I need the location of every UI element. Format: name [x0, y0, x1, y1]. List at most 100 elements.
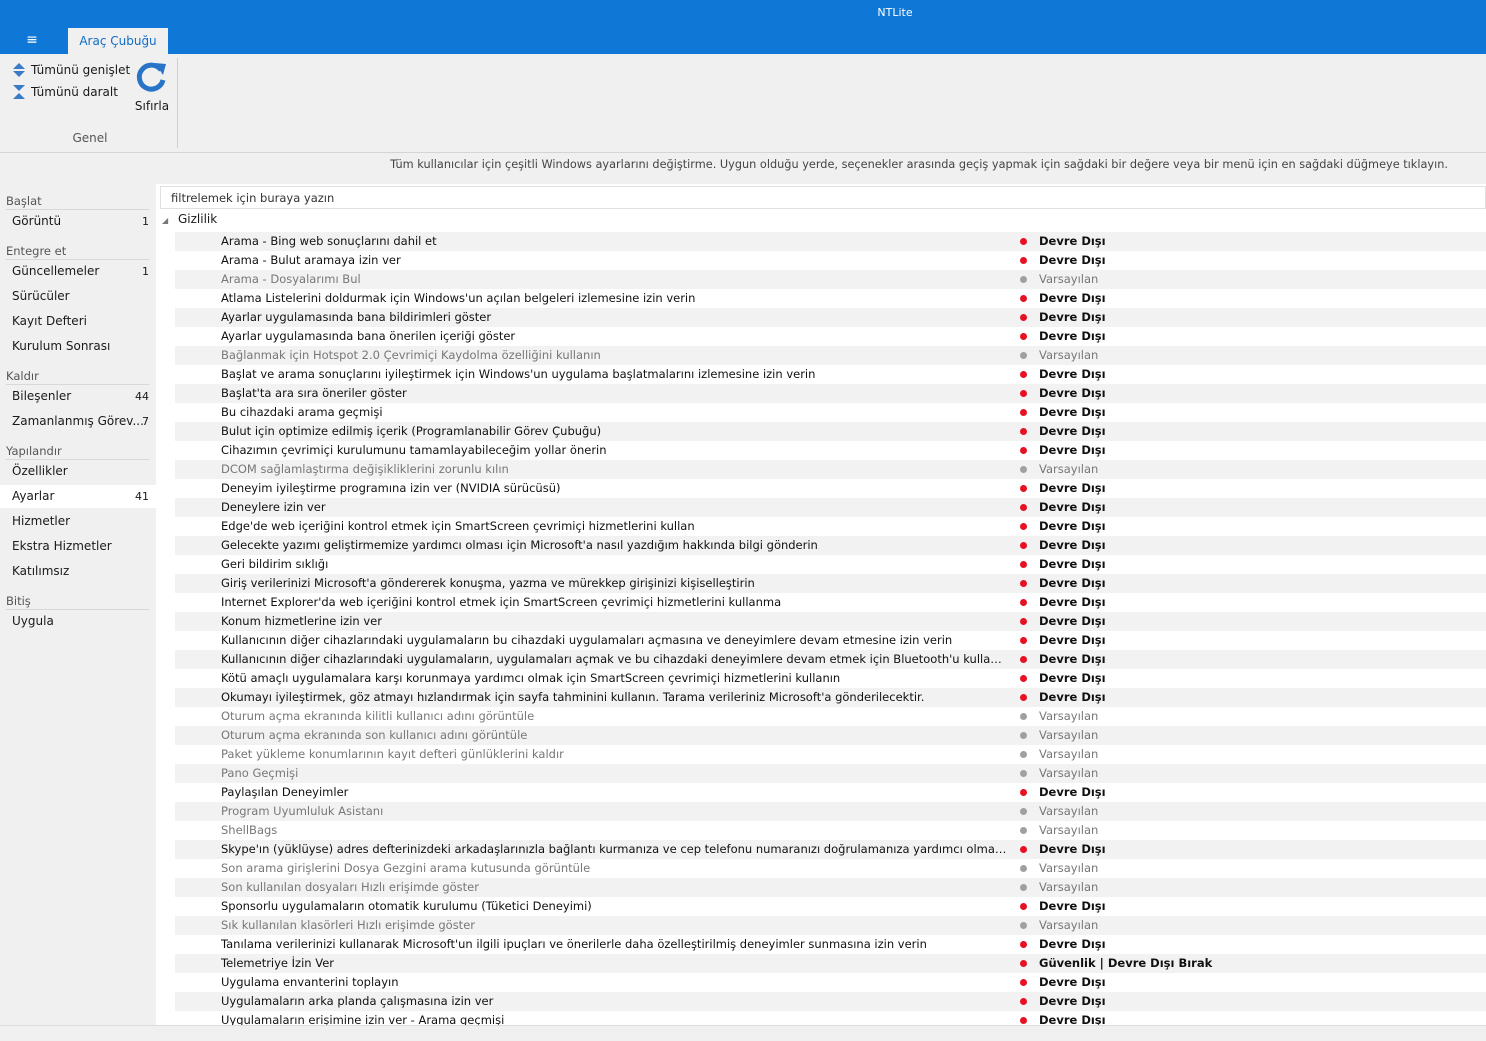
- setting-row[interactable]: Tanılama verilerinizi kullanarak Microso…: [175, 935, 1486, 954]
- setting-row[interactable]: Internet Explorer'da web içeriğini kontr…: [175, 593, 1486, 612]
- setting-row[interactable]: Skype'ın (yüklüyse) adres defterinizdeki…: [175, 840, 1486, 859]
- setting-row[interactable]: Pano Geçmişi Varsayılan: [175, 764, 1486, 783]
- setting-value[interactable]: Devre Dışı: [1039, 555, 1106, 574]
- setting-row[interactable]: Ayarlar uygulamasında bana bildirimleri …: [175, 308, 1486, 327]
- setting-value[interactable]: Devre Dışı: [1039, 973, 1106, 992]
- setting-value[interactable]: Devre Dışı: [1039, 840, 1106, 859]
- setting-row[interactable]: Telemetriye İzin Ver Güvenlik | Devre Dış…: [175, 954, 1486, 973]
- setting-row[interactable]: Edge'de web içeriğini kontrol etmek için…: [175, 517, 1486, 536]
- sidebar-item[interactable]: Sürücüler: [0, 285, 156, 308]
- sidebar-item[interactable]: Ekstra Hizmetler: [0, 535, 156, 558]
- setting-row[interactable]: Gelecekte yazımı geliştirmemize yardımcı…: [175, 536, 1486, 555]
- sidebar-item[interactable]: Bileşenler 44: [0, 385, 156, 408]
- setting-value[interactable]: Varsayılan: [1039, 859, 1098, 878]
- sidebar-item[interactable]: Katılımsız: [0, 560, 156, 583]
- setting-value[interactable]: Devre Dışı: [1039, 593, 1106, 612]
- sidebar-item[interactable]: Güncellemeler 1: [0, 260, 156, 283]
- setting-row[interactable]: Uygulama envanterini toplayın Devre Dışı: [175, 973, 1486, 992]
- setting-value[interactable]: Varsayılan: [1039, 707, 1098, 726]
- setting-value[interactable]: Devre Dışı: [1039, 935, 1106, 954]
- group-header-privacy[interactable]: ◢ Gizlilik: [162, 212, 1482, 232]
- setting-value[interactable]: Devre Dışı: [1039, 251, 1106, 270]
- setting-value[interactable]: Devre Dışı: [1039, 992, 1106, 1011]
- setting-value[interactable]: Varsayılan: [1039, 745, 1098, 764]
- setting-row[interactable]: Atlama Listelerini doldurmak için Window…: [175, 289, 1486, 308]
- setting-row[interactable]: Cihazımın çevrimiçi kurulumunu tamamlaya…: [175, 441, 1486, 460]
- setting-value[interactable]: Varsayılan: [1039, 270, 1098, 289]
- setting-row[interactable]: ShellBags Varsayılan: [175, 821, 1486, 840]
- setting-row[interactable]: Uygulamaların arka planda çalışmasına iz…: [175, 992, 1486, 1011]
- setting-row[interactable]: Oturum açma ekranında kilitli kullanıcı …: [175, 707, 1486, 726]
- setting-row[interactable]: Arama - Bing web sonuçlarını dahil et Dev…: [175, 232, 1486, 251]
- setting-value[interactable]: Devre Dışı: [1039, 403, 1106, 422]
- sidebar-item[interactable]: Kurulum Sonrası: [0, 335, 156, 358]
- filter-input[interactable]: [160, 186, 1486, 209]
- setting-row[interactable]: Bulut için optimize edilmiş içerik (Prog…: [175, 422, 1486, 441]
- setting-row[interactable]: DCOM sağlamlaştırma değişikliklerini zor…: [175, 460, 1486, 479]
- setting-value[interactable]: Devre Dışı: [1039, 327, 1106, 346]
- sidebar-item[interactable]: Uygula: [0, 610, 156, 633]
- setting-value[interactable]: Varsayılan: [1039, 916, 1098, 935]
- setting-value[interactable]: Devre Dışı: [1039, 783, 1106, 802]
- setting-row[interactable]: Ayarlar uygulamasında bana önerilen içer…: [175, 327, 1486, 346]
- setting-row[interactable]: Program Uyumluluk Asistanı Varsayılan: [175, 802, 1486, 821]
- setting-value[interactable]: Devre Dışı: [1039, 365, 1106, 384]
- hamburger-menu-button[interactable]: ≡: [20, 31, 44, 51]
- setting-row[interactable]: Sponsorlu uygulamaların otomatik kurulum…: [175, 897, 1486, 916]
- setting-row[interactable]: Giriş verilerinizi Microsoft'a gönderere…: [175, 574, 1486, 593]
- setting-value[interactable]: Varsayılan: [1039, 878, 1098, 897]
- setting-value[interactable]: Varsayılan: [1039, 346, 1098, 365]
- setting-value[interactable]: Devre Dışı: [1039, 441, 1106, 460]
- sidebar-item[interactable]: Kayıt Defteri: [0, 310, 156, 333]
- setting-row[interactable]: Son kullanılan dosyaları Hızlı erişimde …: [175, 878, 1486, 897]
- setting-row[interactable]: Sık kullanılan klasörleri Hızlı erişimde…: [175, 916, 1486, 935]
- expand-all-button[interactable]: Tümünü genişlet: [12, 61, 130, 79]
- setting-row[interactable]: Son arama girişlerini Dosya Gezgini aram…: [175, 859, 1486, 878]
- collapse-all-button[interactable]: Tümünü daralt: [12, 83, 118, 101]
- setting-value[interactable]: Güvenlik | Devre Dışı Bırak: [1039, 954, 1212, 973]
- setting-row[interactable]: Kullanıcının diğer cihazlarındaki uygula…: [175, 650, 1486, 669]
- setting-value[interactable]: Varsayılan: [1039, 726, 1098, 745]
- setting-row[interactable]: Arama - Bulut aramaya izin ver Devre Dışı: [175, 251, 1486, 270]
- setting-value[interactable]: Devre Dışı: [1039, 631, 1106, 650]
- sidebar-item[interactable]: Özellikler: [0, 460, 156, 483]
- setting-value[interactable]: Devre Dışı: [1039, 688, 1106, 707]
- setting-value[interactable]: Devre Dışı: [1039, 479, 1106, 498]
- setting-row[interactable]: Paket yükleme konumlarının kayıt defteri…: [175, 745, 1486, 764]
- sidebar-item[interactable]: Görüntü 1: [0, 210, 156, 233]
- reset-button[interactable]: Sıfırla: [130, 60, 174, 118]
- setting-value[interactable]: Devre Dışı: [1039, 422, 1106, 441]
- setting-value[interactable]: Devre Dışı: [1039, 384, 1106, 403]
- setting-row[interactable]: Paylaşılan Deneyimler Devre Dışı: [175, 783, 1486, 802]
- setting-row[interactable]: Başlat ve arama sonuçlarını iyileştirmek…: [175, 365, 1486, 384]
- setting-value[interactable]: Varsayılan: [1039, 764, 1098, 783]
- setting-row[interactable]: Kullanıcının diğer cihazlarındaki uygula…: [175, 631, 1486, 650]
- setting-row[interactable]: Bağlanmak için Hotspot 2.0 Çevrimiçi Kay…: [175, 346, 1486, 365]
- setting-value[interactable]: Varsayılan: [1039, 802, 1098, 821]
- setting-row[interactable]: Başlat'ta ara sıra öneriler göster Devre …: [175, 384, 1486, 403]
- sidebar-item[interactable]: Zamanlanmış Görev... 7: [0, 410, 156, 433]
- setting-value[interactable]: Devre Dışı: [1039, 897, 1106, 916]
- setting-value[interactable]: Devre Dışı: [1039, 612, 1106, 631]
- setting-value[interactable]: Devre Dışı: [1039, 650, 1106, 669]
- setting-row[interactable]: Kötü amaçlı uygulamalara karşı korunmaya…: [175, 669, 1486, 688]
- setting-value[interactable]: Devre Dışı: [1039, 308, 1106, 327]
- setting-value[interactable]: Devre Dışı: [1039, 536, 1106, 555]
- setting-row[interactable]: Bu cihazdaki arama geçmişi Devre Dışı: [175, 403, 1486, 422]
- setting-row[interactable]: Oturum açma ekranında son kullanıcı adın…: [175, 726, 1486, 745]
- sidebar-item[interactable]: Hizmetler: [0, 510, 156, 533]
- setting-value[interactable]: Devre Dışı: [1039, 289, 1106, 308]
- setting-row[interactable]: Okumayı iyileştirmek, göz atmayı hızland…: [175, 688, 1486, 707]
- setting-value[interactable]: Varsayılan: [1039, 821, 1098, 840]
- tab-toolbar[interactable]: Araç Çubuğu: [68, 28, 168, 54]
- setting-value[interactable]: Devre Dışı: [1039, 574, 1106, 593]
- setting-value[interactable]: Varsayılan: [1039, 460, 1098, 479]
- setting-row[interactable]: Geri bildirim sıklığı Devre Dışı: [175, 555, 1486, 574]
- sidebar-item[interactable]: Ayarlar 41: [0, 485, 156, 508]
- setting-value[interactable]: Devre Dışı: [1039, 517, 1106, 536]
- setting-row[interactable]: Konum hizmetlerine izin ver Devre Dışı: [175, 612, 1486, 631]
- setting-row[interactable]: Deneyim iyileştirme programına izin ver …: [175, 479, 1486, 498]
- setting-value[interactable]: Devre Dışı: [1039, 498, 1106, 517]
- setting-value[interactable]: Devre Dışı: [1039, 232, 1106, 251]
- setting-row[interactable]: Deneylere izin ver Devre Dışı: [175, 498, 1486, 517]
